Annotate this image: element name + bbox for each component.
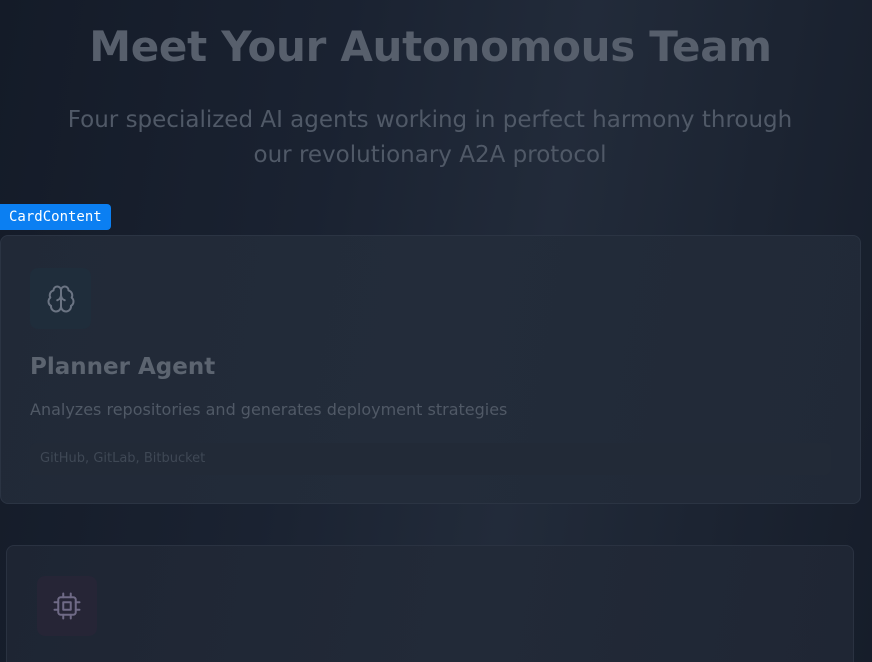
brain-icon [47,285,74,312]
section-title: Meet Your Autonomous Team [89,22,772,71]
section-subtitle: Four specialized AI agents working in pe… [67,107,793,168]
component-debug-label: CardContent [0,204,111,230]
agent-icon-container [30,268,91,329]
agent-description: Analyzes repositories and generates depl… [30,400,508,419]
agent-card-planner: Planner Agent Analyzes repositories and … [0,235,861,504]
agent-integrations: GitHub, GitLab, Bitbucket [30,443,831,475]
agent-icon-container [37,576,97,636]
agent-card-second [6,545,854,662]
cpu-icon [53,592,81,620]
agent-name: Planner Agent [30,354,216,380]
